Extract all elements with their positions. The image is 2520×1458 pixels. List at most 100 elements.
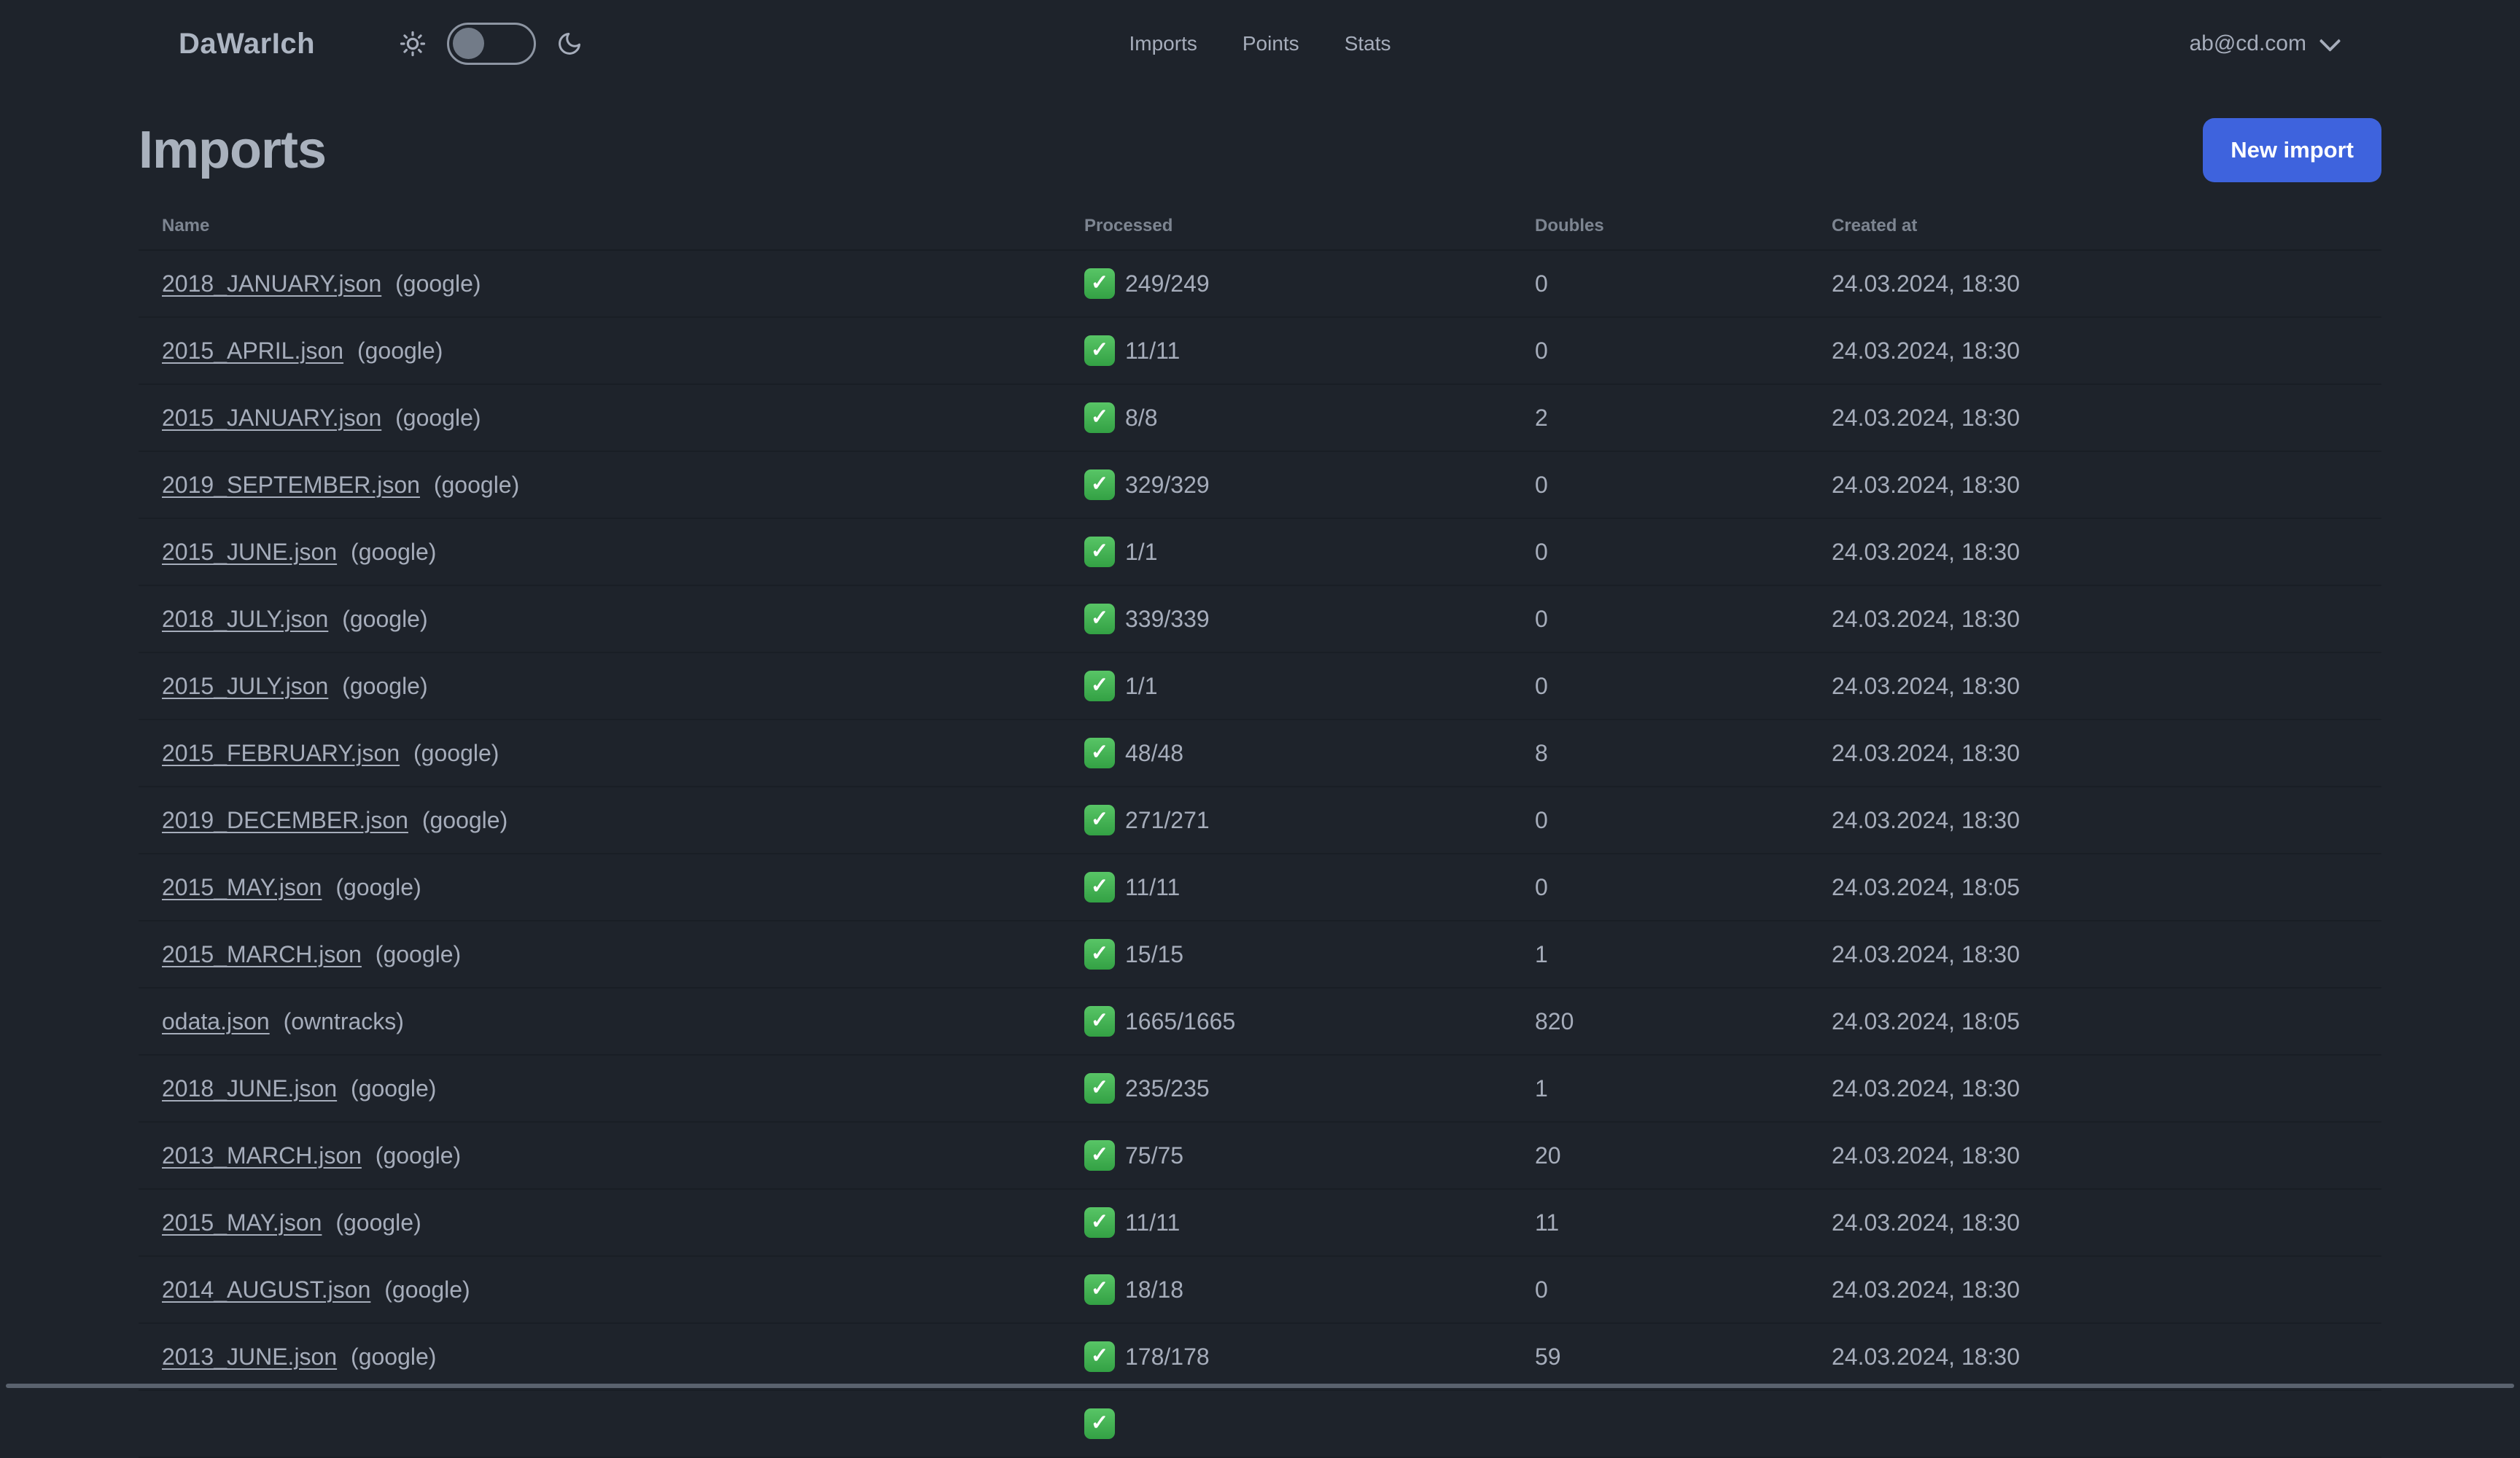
- theme-toggle-group: [399, 23, 583, 65]
- success-check-icon: ✓: [1084, 1207, 1115, 1238]
- import-file-link[interactable]: 2014_AUGUST.json: [162, 1276, 370, 1303]
- success-check-icon: ✓: [1084, 872, 1115, 903]
- import-source-label: (google): [413, 739, 499, 766]
- created-at: 24.03.2024, 18:30: [1832, 1276, 2021, 1303]
- check-tick: ✓: [1090, 1075, 1109, 1099]
- name-cell: 2013_MARCH.json (google): [139, 1142, 1084, 1169]
- doubles-count: 0: [1535, 873, 1548, 900]
- check-tick: ✓: [1090, 405, 1109, 429]
- processed-count: 48/48: [1125, 739, 1184, 766]
- processed-cell: ✓ 1665/1665: [1084, 1006, 1535, 1037]
- page-title: Imports: [139, 121, 327, 179]
- success-check-icon: ✓: [1084, 335, 1115, 366]
- name-cell: [139, 1411, 1084, 1438]
- import-file-link[interactable]: odata.json: [162, 1008, 270, 1034]
- doubles-count: 0: [1535, 672, 1548, 699]
- success-check-icon: ✓: [1084, 1006, 1115, 1037]
- processed-count: 329/329: [1125, 471, 1210, 498]
- navbar: DaWarIch Imports Points Stats ab@cd.com: [0, 0, 2520, 87]
- import-source-label: (google): [375, 940, 462, 967]
- table-row: 2015_APRIL.json (google) ✓ 11/11 0 24.03…: [139, 318, 2381, 385]
- table-row: 2015_JULY.json (google) ✓ 1/1 0 24.03.20…: [139, 653, 2381, 720]
- success-check-icon: ✓: [1084, 268, 1115, 299]
- name-cell: 2018_JUNE.json (google): [139, 1075, 1084, 1102]
- horizontal-scrollbar[interactable]: [6, 1384, 2514, 1388]
- nav-link-imports[interactable]: Imports: [1129, 32, 1197, 55]
- doubles-count: 0: [1535, 337, 1548, 364]
- check-tick: ✓: [1090, 472, 1109, 496]
- import-file-link[interactable]: 2015_JULY.json: [162, 673, 328, 699]
- name-cell: 2015_MAY.json (google): [139, 874, 1084, 901]
- check-tick: ✓: [1090, 606, 1109, 630]
- column-header-doubles: Doubles: [1535, 216, 1604, 235]
- processed-cell: ✓ 11/11: [1084, 335, 1535, 366]
- user-menu[interactable]: ab@cd.com: [2189, 29, 2341, 56]
- app-logo[interactable]: DaWarIch: [179, 28, 315, 61]
- import-source-label: (owntracks): [283, 1007, 404, 1034]
- success-check-icon: ✓: [1084, 939, 1115, 970]
- check-tick: ✓: [1090, 1008, 1109, 1032]
- nav-link-points[interactable]: Points: [1242, 32, 1299, 55]
- table-row: 2015_JUNE.json (google) ✓ 1/1 0 24.03.20…: [139, 519, 2381, 586]
- column-header-name: Name: [162, 216, 210, 235]
- theme-toggle-switch[interactable]: [447, 23, 537, 65]
- name-cell: 2013_JUNE.json (google): [139, 1344, 1084, 1371]
- import-file-link[interactable]: 2015_JUNE.json: [162, 539, 337, 565]
- success-check-icon: ✓: [1084, 1341, 1115, 1372]
- processed-cell: ✓ 15/15: [1084, 939, 1535, 970]
- import-file-link[interactable]: 2015_FEBRUARY.json: [162, 740, 400, 766]
- success-check-icon: ✓: [1084, 1140, 1115, 1171]
- created-at: 24.03.2024, 18:30: [1832, 806, 2021, 833]
- created-at: 24.03.2024, 18:30: [1832, 1075, 2021, 1102]
- name-cell: 2018_JANUARY.json (google): [139, 270, 1084, 297]
- doubles-count: 0: [1535, 471, 1548, 498]
- processed-cell: ✓ 75/75: [1084, 1140, 1535, 1171]
- processed-count: 271/271: [1125, 806, 1210, 833]
- success-check-icon: ✓: [1084, 805, 1115, 835]
- name-cell: 2019_DECEMBER.json (google): [139, 807, 1084, 834]
- name-cell: 2015_MARCH.json (google): [139, 941, 1084, 968]
- processed-count: 18/18: [1125, 1276, 1184, 1303]
- processed-cell: ✓ 271/271: [1084, 805, 1535, 835]
- name-cell: 2015_JULY.json (google): [139, 673, 1084, 700]
- import-file-link[interactable]: 2015_MARCH.json: [162, 941, 362, 967]
- new-import-button[interactable]: New import: [2203, 118, 2381, 182]
- import-file-link[interactable]: 2015_MAY.json: [162, 1209, 322, 1236]
- processed-count: 249/249: [1125, 270, 1210, 297]
- import-source-label: (google): [335, 873, 421, 900]
- processed-cell: ✓ 48/48: [1084, 738, 1535, 768]
- import-file-link[interactable]: 2013_JUNE.json: [162, 1344, 337, 1370]
- success-check-icon: ✓: [1084, 671, 1115, 701]
- processed-cell: ✓ 178/178: [1084, 1341, 1535, 1372]
- created-at: 24.03.2024, 18:30: [1832, 940, 2021, 967]
- processed-count: 11/11: [1125, 873, 1181, 900]
- import-file-link[interactable]: 2019_SEPTEMBER.json: [162, 472, 420, 498]
- table-row: ✓: [139, 1391, 2381, 1458]
- import-file-link[interactable]: 2018_JANUARY.json: [162, 270, 381, 297]
- import-file-link[interactable]: 2019_DECEMBER.json: [162, 807, 408, 833]
- success-check-icon: ✓: [1084, 738, 1115, 768]
- import-file-link[interactable]: 2018_JULY.json: [162, 606, 328, 632]
- import-file-link[interactable]: 2013_MARCH.json: [162, 1142, 362, 1169]
- processed-count: 11/11: [1125, 337, 1181, 364]
- created-at: 24.03.2024, 18:30: [1832, 270, 2021, 297]
- success-check-icon: ✓: [1084, 1274, 1115, 1305]
- import-source-label: (google): [357, 337, 443, 364]
- processed-count: 339/339: [1125, 605, 1210, 632]
- import-file-link[interactable]: 2018_JUNE.json: [162, 1075, 337, 1102]
- doubles-count: 2: [1535, 404, 1548, 431]
- success-check-icon: ✓: [1084, 1073, 1115, 1104]
- created-at: 24.03.2024, 18:30: [1832, 672, 2021, 699]
- import-file-link[interactable]: 2015_MAY.json: [162, 874, 322, 900]
- doubles-count: 1: [1535, 940, 1548, 967]
- success-check-icon: ✓: [1084, 537, 1115, 567]
- processed-cell: ✓ 1/1: [1084, 671, 1535, 701]
- import-file-link[interactable]: 2015_APRIL.json: [162, 338, 343, 364]
- doubles-count: 11: [1535, 1209, 1560, 1236]
- table-header-row: Name Processed Doubles Created at: [139, 203, 2381, 251]
- chevron-down-icon: [2319, 29, 2341, 52]
- check-tick: ✓: [1090, 270, 1109, 295]
- nav-link-stats[interactable]: Stats: [1345, 32, 1391, 55]
- check-tick: ✓: [1090, 1411, 1109, 1435]
- import-file-link[interactable]: 2015_JANUARY.json: [162, 405, 381, 431]
